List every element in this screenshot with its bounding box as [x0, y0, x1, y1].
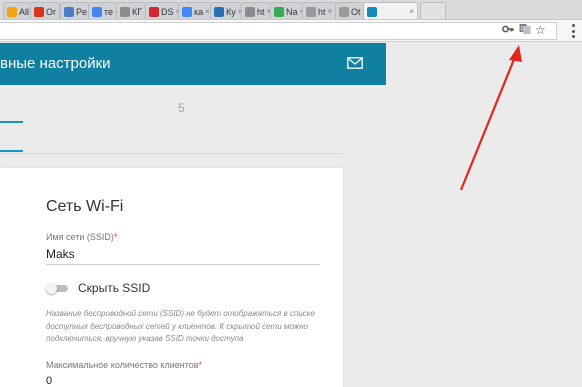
browser-tab[interactable]: Or× [30, 2, 60, 19]
browser-tab-label: Na [286, 6, 298, 17]
menu-icon[interactable] [571, 24, 575, 38]
tab-number[interactable]: 5 [178, 101, 185, 115]
wifi-settings-card: Сеть Wi-Fi Имя сети (SSID)* Maks Скрыть … [0, 168, 343, 387]
browser-tab[interactable]: ht × [241, 2, 271, 19]
favicon-icon [149, 6, 159, 17]
translate-icon[interactable]: G [519, 23, 531, 39]
address-bar[interactable] [0, 22, 557, 40]
browser-tab[interactable]: Ot× [335, 2, 364, 19]
hide-ssid-label: Скрыть SSID [78, 281, 151, 295]
page-header: вные настройки [0, 43, 386, 85]
page-title: вные настройки [0, 55, 111, 72]
close-icon[interactable]: × [409, 7, 414, 16]
favicon-icon [245, 6, 255, 17]
browser-tab[interactable]: Na× [270, 2, 303, 19]
browser-tab[interactable]: DS× [145, 2, 179, 19]
browser-tab[interactable]: ка × [178, 2, 211, 19]
browser-toolbar: G ☆ [0, 20, 582, 42]
hide-ssid-hint: Название беспроводной сети (SSID) не буд… [46, 309, 315, 343]
browser-tab-label: Ot [351, 6, 361, 17]
browser-tab-label: DS [161, 6, 174, 17]
favicon-icon [214, 6, 224, 17]
browser-tab-label: ка [194, 6, 204, 17]
ssid-input[interactable]: Maks [46, 247, 75, 261]
favicon-icon [120, 6, 130, 17]
favicon-icon [274, 6, 284, 17]
browser-tab[interactable]: × [363, 2, 418, 19]
tabs-area: 5 [0, 85, 343, 155]
max-clients-label: Максимальное количество клиентов* [46, 360, 203, 370]
favicon-icon [34, 6, 44, 17]
favicon-icon [7, 6, 17, 17]
favicon-icon [64, 6, 74, 17]
browser-tab-label: КГ [132, 6, 143, 17]
favicon-icon [92, 6, 102, 17]
browser-tab-label: Or [46, 6, 56, 17]
max-clients-input[interactable]: 0 [46, 375, 52, 387]
section-title: Сеть Wi-Fi [46, 198, 124, 215]
browser-tab[interactable]: All× [3, 2, 31, 19]
required-mark: * [113, 232, 118, 242]
ssid-label: Имя сети (SSID)* [46, 232, 118, 242]
browser-tab[interactable]: те× [88, 2, 117, 19]
browser-tab[interactable]: ht × [302, 2, 336, 19]
toggle-knob [46, 283, 57, 294]
key-icon[interactable] [502, 23, 514, 39]
favicon-icon [306, 6, 316, 17]
hide-ssid-toggle[interactable] [46, 283, 68, 294]
mail-icon[interactable] [347, 57, 363, 69]
active-tab-indicator [0, 121, 23, 123]
browser-tab-label: ht [318, 6, 326, 17]
bookmark-star-icon[interactable]: ☆ [535, 23, 546, 37]
browser-tab-label: те [104, 6, 114, 17]
browser-tab[interactable]: Pe× [60, 2, 89, 19]
favicon-icon [182, 6, 192, 17]
browser-tab[interactable]: Ку × [210, 2, 242, 19]
active-tab-indicator-secondary [0, 150, 23, 152]
svg-text:G: G [521, 27, 526, 33]
divider [0, 153, 343, 154]
favicon-icon [339, 6, 349, 17]
browser-tab[interactable]: КГ× [116, 2, 146, 19]
browser-tab-label: Ку [226, 6, 236, 17]
close-icon[interactable]: × [328, 7, 333, 16]
browser-tab-label: ht [257, 6, 265, 17]
favicon-icon [367, 6, 377, 17]
browser-tab-label: All [19, 6, 30, 17]
new-tab-button[interactable] [420, 2, 446, 19]
browser-tab-strip: All×Or×Pe×те×КГ×DS×ка×Ку×ht×Na×ht×Ot×× [0, 0, 582, 20]
router-page: вные настройки 5 Сеть Wi-Fi Имя сети (SS… [0, 43, 582, 387]
ssid-input-underline [46, 264, 320, 265]
browser-tab-label: Pe [76, 6, 88, 17]
